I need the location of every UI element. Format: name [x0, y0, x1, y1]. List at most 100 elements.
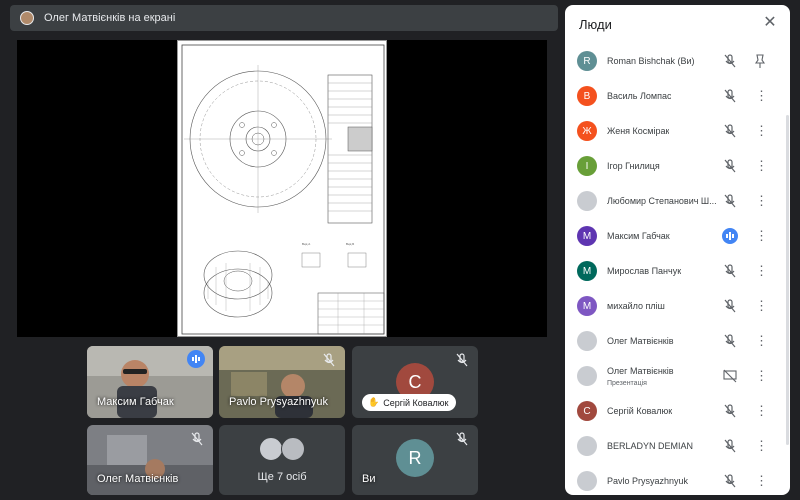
- avatar: R: [396, 439, 434, 477]
- avatar: І: [577, 156, 597, 176]
- more-options-icon[interactable]: ⋮: [755, 158, 768, 174]
- more-options-icon[interactable]: ⋮: [755, 298, 768, 314]
- more-options-icon[interactable]: ⋮: [755, 123, 768, 139]
- close-icon[interactable]: ✕: [762, 15, 778, 31]
- more-options-icon[interactable]: ⋮: [755, 263, 768, 279]
- mic-off-icon[interactable]: [723, 123, 737, 139]
- avatar: [577, 331, 597, 351]
- speaking-indicator-icon: [722, 228, 738, 244]
- avatar: [577, 366, 597, 386]
- participant-row[interactable]: М Мирослав Панчук ⋮: [565, 255, 790, 290]
- participant-subtitle: Презентація: [607, 380, 647, 387]
- participant-tile-pavlo[interactable]: Pavlo Prysyazhnyuk: [219, 346, 345, 418]
- participant-tile-serhii[interactable]: С ✋ Сергій Ковалюк: [352, 346, 478, 418]
- participant-name: Олег Матвієнків: [607, 366, 674, 376]
- more-options-icon[interactable]: ⋮: [755, 473, 768, 489]
- participant-row[interactable]: Олег Матвієнків ⋮: [565, 325, 790, 360]
- more-options-icon[interactable]: ⋮: [755, 438, 768, 454]
- participant-row[interactable]: М Максим Габчак ⋮: [565, 220, 790, 255]
- people-panel: Люди ✕ R Roman Bishchak (Ви) В Василь Ломпа…: [565, 5, 790, 495]
- banner-text: Олег Матвієнків на екрані: [44, 12, 176, 24]
- speaking-indicator-icon: [187, 350, 205, 368]
- participant-name: Василь Ломпас: [607, 91, 672, 101]
- participant-name: Roman Bishchak (Ви): [607, 56, 695, 66]
- mic-off-icon[interactable]: [723, 263, 737, 279]
- panel-title: Люди: [579, 17, 612, 32]
- participant-name: Олег Матвієнків: [97, 473, 179, 485]
- mic-off-icon[interactable]: [723, 333, 737, 349]
- avatar: [259, 437, 283, 461]
- svg-text:Вид Б: Вид Б: [346, 242, 354, 246]
- more-count-label: Ще 7 осіб: [257, 471, 307, 483]
- more-options-icon[interactable]: ⋮: [755, 368, 768, 384]
- mic-off-icon[interactable]: [723, 298, 737, 314]
- participant-row[interactable]: Pavlo Prysyazhnyuk ⋮: [565, 465, 790, 500]
- participant-row[interactable]: Ммихайло пліш ⋮: [565, 290, 790, 325]
- more-participants-tile[interactable]: Ще 7 осіб: [219, 425, 345, 495]
- pin-icon[interactable]: [754, 53, 766, 69]
- participant-list: R Roman Bishchak (Ви) В Василь Ломпас ⋮ Ж Женя…: [565, 45, 790, 500]
- participant-name: Мирослав Панчук: [607, 266, 682, 276]
- participant-tile-oleh[interactable]: Олег Матвієнків: [87, 425, 213, 495]
- participant-name: Pavlo Prysyazhnyuk: [607, 476, 689, 486]
- participant-row[interactable]: С Сергій Ковалюк ⋮: [565, 395, 790, 430]
- avatar: R: [577, 51, 597, 71]
- mic-off-icon[interactable]: [723, 88, 737, 104]
- participant-row[interactable]: Олег Матвієнків Презентація ⋮: [565, 360, 790, 395]
- mic-off-icon[interactable]: [723, 438, 737, 454]
- presenter-avatar: [20, 11, 34, 25]
- participant-name: Сергій Ковалюк: [607, 406, 673, 416]
- avatar: [281, 437, 305, 461]
- participant-row[interactable]: Любомир Степанович Ш... ⋮: [565, 185, 790, 220]
- avatar: С: [577, 401, 597, 421]
- participant-name: михайло пліш: [607, 301, 665, 311]
- participant-name: Максим Габчак: [97, 396, 174, 408]
- participant-row[interactable]: R Roman Bishchak (Ви): [565, 45, 790, 80]
- participant-name: Любомир Степанович Ш...: [607, 196, 717, 206]
- mic-off-icon[interactable]: [723, 53, 737, 69]
- participant-name: BERLADYN DEMIAN: [607, 441, 694, 451]
- hand-icon: ✋: [368, 397, 380, 407]
- avatar: М: [577, 226, 597, 246]
- more-options-icon[interactable]: ⋮: [755, 333, 768, 349]
- mic-off-icon[interactable]: [723, 403, 737, 419]
- participant-row[interactable]: Ж Женя Космірак ⋮: [565, 115, 790, 150]
- participant-name: Ігор Гнилиця: [607, 161, 660, 171]
- avatar: [577, 471, 597, 491]
- participant-name: Ви: [362, 473, 376, 485]
- participant-row[interactable]: І Ігор Гнилиця ⋮: [565, 150, 790, 185]
- scrollbar[interactable]: [786, 115, 789, 445]
- self-tile[interactable]: R Ви: [352, 425, 478, 495]
- chip-name: Сергій Ковалюк: [383, 397, 449, 408]
- engineering-drawing: Вид А Вид Б: [177, 40, 387, 337]
- mic-off-icon: [454, 352, 470, 368]
- more-options-icon[interactable]: ⋮: [755, 193, 768, 209]
- avatar: В: [577, 86, 597, 106]
- avatar: [577, 191, 597, 211]
- avatar: М: [577, 296, 597, 316]
- avatar: М: [577, 261, 597, 281]
- participant-name: Pavlo Prysyazhnyuk: [229, 396, 329, 408]
- mic-off-icon: [189, 431, 205, 447]
- avatar: Ж: [577, 121, 597, 141]
- mic-off-icon: [454, 431, 470, 447]
- drawing-graphic: Вид А Вид Б: [181, 44, 385, 335]
- presenting-banner: Олег Матвієнків на екрані: [10, 5, 558, 31]
- avatar: [577, 436, 597, 456]
- presentation-off-icon[interactable]: [723, 368, 737, 384]
- more-options-icon[interactable]: ⋮: [755, 88, 768, 104]
- more-options-icon[interactable]: ⋮: [755, 228, 768, 244]
- more-options-icon[interactable]: ⋮: [755, 403, 768, 419]
- participant-name: Женя Космірак: [607, 126, 670, 136]
- shared-screen[interactable]: Вид А Вид Б: [17, 40, 547, 337]
- participant-row[interactable]: В Василь Ломпас ⋮: [565, 80, 790, 115]
- raised-hand-chip: ✋ Сергій Ковалюк: [362, 394, 457, 411]
- participant-tile-maksym[interactable]: Максим Габчак: [87, 346, 213, 418]
- mic-off-icon[interactable]: [723, 193, 737, 209]
- mic-off-icon: [321, 352, 337, 368]
- mic-off-icon[interactable]: [723, 158, 737, 174]
- participant-name: Максим Габчак: [607, 231, 670, 241]
- svg-text:Вид А: Вид А: [302, 242, 310, 246]
- mic-off-icon[interactable]: [723, 473, 737, 489]
- participant-row[interactable]: BERLADYN DEMIAN ⋮: [565, 430, 790, 465]
